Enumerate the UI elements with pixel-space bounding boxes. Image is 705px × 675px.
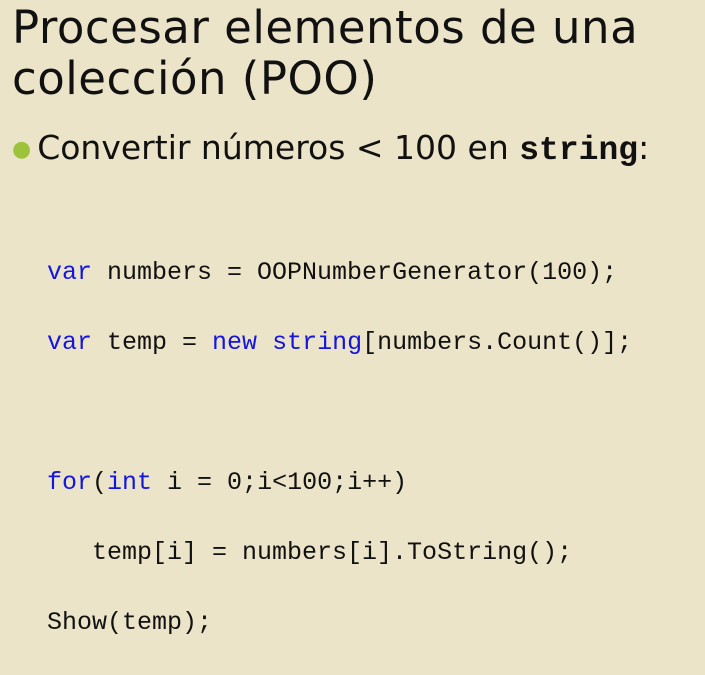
title-line-1: Procesar elementos de una <box>12 1 639 54</box>
title-line-2: colección (POO) <box>12 52 378 105</box>
code-block: var numbers = OOPNumberGenerator(100); v… <box>47 220 632 675</box>
keyword: new <box>212 328 258 357</box>
code-line: Show(temp); <box>47 605 632 640</box>
code-text: Show(temp); <box>47 608 213 637</box>
code-text: numbers = OOPNumberGenerator(100); <box>92 258 618 287</box>
keyword: int <box>107 468 153 497</box>
bullet-code: string <box>519 132 639 169</box>
bullet-item: ● Convertir números < 100 en string: <box>12 126 649 173</box>
code-text: temp[i] = numbers[i].ToString(); <box>47 538 573 567</box>
code-text: temp = <box>92 328 213 357</box>
bullet-suffix: : <box>638 128 650 167</box>
keyword: string <box>272 328 363 357</box>
code-line: var numbers = OOPNumberGenerator(100); <box>47 255 632 290</box>
bullet-text: Convertir números < 100 en <box>37 128 520 167</box>
code-line: for(int i = 0;i<100;i++) <box>47 465 632 500</box>
code-text: ( <box>92 468 108 497</box>
bullet-dot-icon: ● <box>12 136 32 162</box>
code-line: var temp = new string[numbers.Count()]; <box>47 325 632 360</box>
keyword: var <box>47 258 93 287</box>
slide-title: Procesar elementos de una colección (POO) <box>12 2 638 104</box>
code-text: i = 0;i<100;i++) <box>152 468 408 497</box>
keyword: for <box>47 468 93 497</box>
code-line: temp[i] = numbers[i].ToString(); <box>47 535 632 570</box>
keyword: var <box>47 328 93 357</box>
code-text: [numbers.Count()]; <box>362 328 633 357</box>
